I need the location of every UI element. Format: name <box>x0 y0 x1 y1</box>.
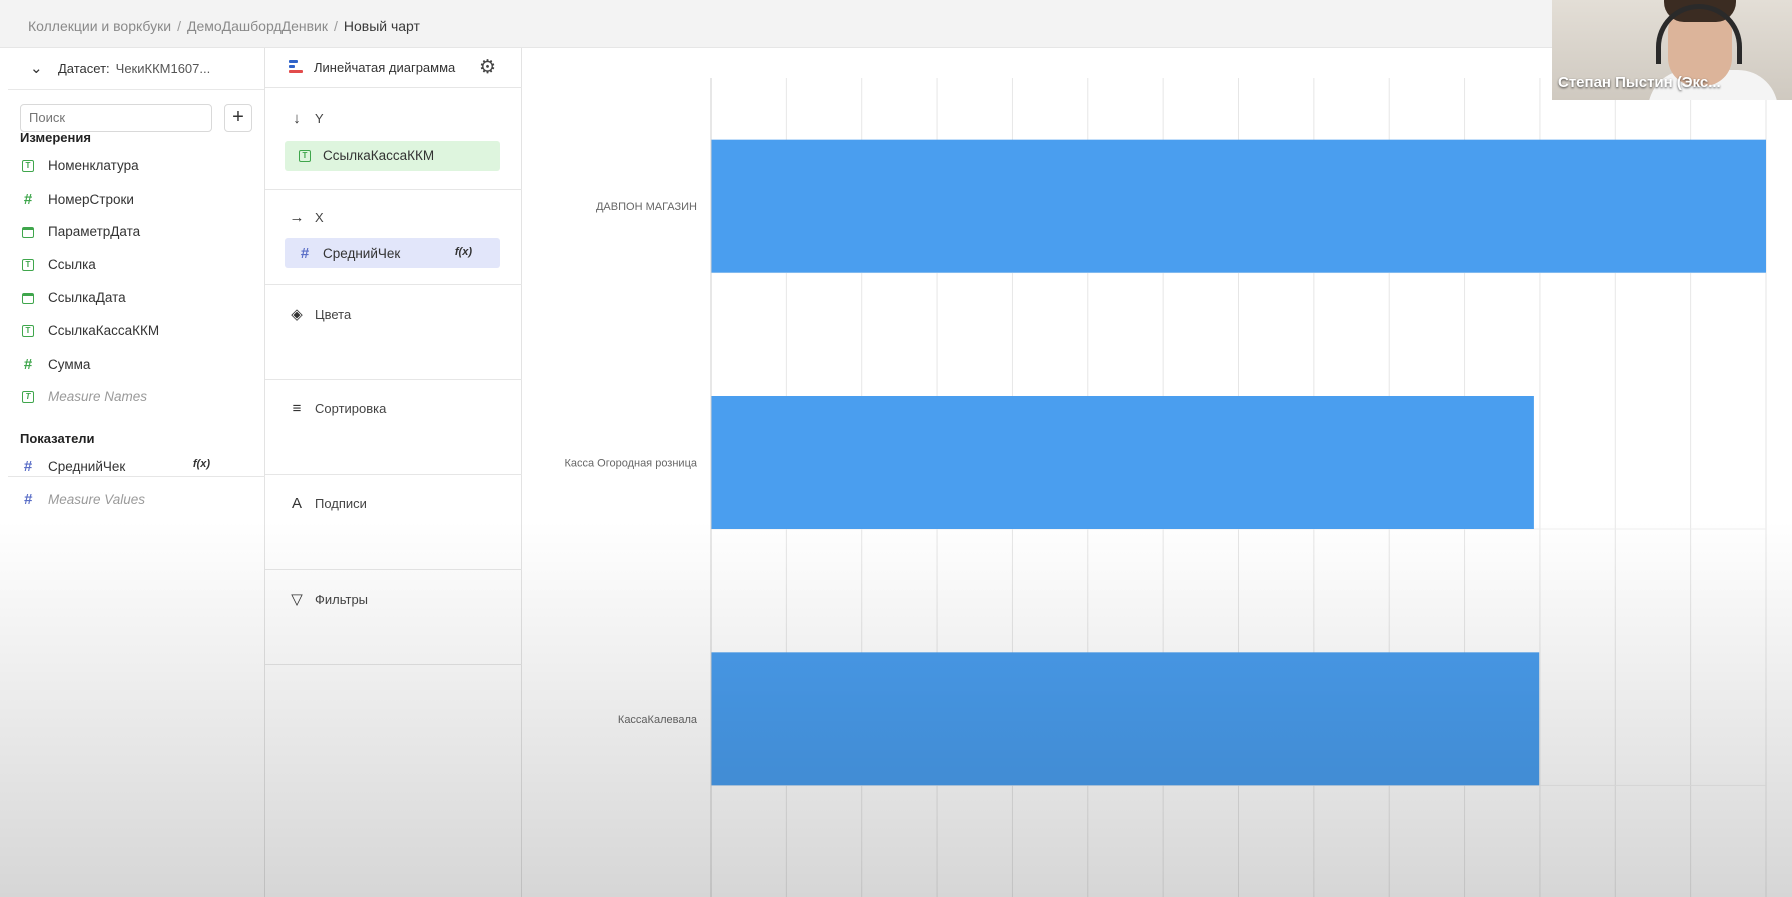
bar-chart: ДАВПОН МАГАЗИН Касса Огородная розница Кас… <box>564 78 1767 897</box>
dimensions-title: Измерения <box>20 130 91 145</box>
breadcrumb-separator: / <box>333 18 338 34</box>
text-type-icon: T <box>297 148 313 163</box>
number-type-icon: # <box>23 356 33 373</box>
section-colors-title: ◈ Цвета <box>287 305 351 323</box>
y-field-label: СсылкаКассаККМ <box>323 148 435 163</box>
number-type-icon: # <box>300 245 310 262</box>
field-item-row-number[interactable]: # НомерСтроки <box>20 191 250 211</box>
arrow-down-icon: ↓ <box>293 110 301 127</box>
visualization-panel: Линейчатая диаграмма ⚙ ↓ Y T СсылкаКассаКК… <box>265 48 522 897</box>
category-label: КассаКалевала <box>618 714 698 726</box>
add-field-button[interactable]: + <box>224 104 252 132</box>
field-item-link-date[interactable]: СсылкаДата <box>20 290 250 310</box>
number-type-icon: # <box>23 458 33 475</box>
dataset-selector[interactable]: Датасет: ЧекиККМ1607... <box>58 61 210 76</box>
field-item-link-kassa[interactable]: T СсылкаКассаККМ <box>20 323 250 343</box>
measures-title: Показатели <box>20 431 95 446</box>
dataset-name: ЧекиККМ1607... <box>115 61 211 76</box>
field-label: НомерСтроки <box>48 192 134 207</box>
field-label: СсылкаДата <box>48 290 126 305</box>
field-item-param-date[interactable]: ПараметрДата <box>20 224 250 244</box>
breadcrumb-collections-link[interactable]: Коллекции и воркбуки <box>28 18 171 34</box>
participant-name: Степан Пыстин (Экс... <box>1558 74 1721 91</box>
text-type-icon: T <box>20 389 36 404</box>
section-y: ↓ Y T СсылкаКассаККМ <box>265 88 522 190</box>
breadcrumb: Коллекции и воркбуки / ДемоДашбордДенвик / Н… <box>28 18 420 34</box>
formula-icon: f(x) <box>454 246 472 258</box>
field-label: ПараметрДата <box>48 224 141 239</box>
y-field-chip[interactable]: T СсылкаКассаККМ <box>285 141 500 171</box>
bar-chart-icon <box>289 60 303 76</box>
field-item-measure-values[interactable]: # Measure Values <box>20 491 250 511</box>
search-box[interactable] <box>20 104 212 132</box>
section-labels-title: A Подписи <box>287 495 367 512</box>
text-label-icon: A <box>291 495 302 512</box>
section-sort-title: ≡ Сортировка <box>287 400 387 417</box>
x-field-label: СреднийЧек <box>323 246 401 261</box>
section-labels[interactable]: A Подписи <box>265 475 522 570</box>
field-label: Ссылка <box>48 257 96 272</box>
field-item-average-check[interactable]: # СреднийЧек f(x) <box>20 458 250 478</box>
section-filters-title: ▽ Фильтры <box>287 590 368 608</box>
section-x-title: → X <box>287 209 324 226</box>
number-type-icon: # <box>23 491 33 508</box>
search-input[interactable] <box>29 110 203 125</box>
text-type-icon: T <box>20 158 36 173</box>
chevron-down-icon[interactable]: ⌄ <box>30 59 43 77</box>
field-label: СреднийЧек <box>48 459 126 474</box>
field-item-nomenclature[interactable]: T Номенклатура <box>20 158 250 178</box>
formula-icon: f(x) <box>192 458 210 470</box>
bar <box>711 396 1534 529</box>
bar <box>711 139 1766 273</box>
section-filters[interactable]: ▽ Фильтры <box>265 570 522 665</box>
field-item-sum[interactable]: # Сумма <box>20 356 250 376</box>
breadcrumb-separator: / <box>177 18 181 34</box>
field-label: Номенклатура <box>48 158 139 173</box>
gear-icon[interactable]: ⚙ <box>479 56 496 79</box>
date-type-icon <box>20 290 36 305</box>
field-label: Measure Names <box>48 389 148 404</box>
webcam-overlay: Степан Пыстин (Экс... <box>1552 0 1792 100</box>
section-x: → X # СреднийЧек f(x) <box>265 190 522 285</box>
field-item-measure-names[interactable]: T Measure Names <box>20 389 250 409</box>
field-label: Measure Values <box>48 492 146 507</box>
chart-type-selector[interactable]: Линейчатая диаграмма ⚙ <box>265 48 522 88</box>
field-item-link[interactable]: T Ссылка <box>20 257 250 277</box>
dataset-label: Датасет: <box>58 61 110 76</box>
text-type-icon: T <box>20 257 36 272</box>
section-colors[interactable]: ◈ Цвета <box>265 285 522 380</box>
text-type-icon: T <box>20 323 36 338</box>
paint-bucket-icon: ◈ <box>291 306 303 323</box>
date-type-icon <box>20 224 36 239</box>
top-bar: Коллекции и воркбуки / ДемоДашбордДенвик / Н… <box>0 0 1792 48</box>
filter-icon: ▽ <box>291 591 303 608</box>
field-label: Сумма <box>48 357 91 372</box>
category-label: ДАВПОН МАГАЗИН <box>596 201 697 213</box>
bar <box>711 652 1540 786</box>
breadcrumb-workbook-link[interactable]: ДемоДашбордДенвик <box>187 18 328 34</box>
arrow-right-icon: → <box>289 209 305 226</box>
category-label: Касса Огородная розница <box>564 458 697 470</box>
dataset-header[interactable]: ⌄ Датасет: ЧекиККМ1607... <box>8 48 264 90</box>
dataset-panel: ⌄ Датасет: ЧекиККМ1607... + Измерения T Но… <box>8 48 265 897</box>
chart-area: ДАВПОН МАГАЗИН Касса Огородная розница Кас… <box>522 48 1792 897</box>
chart-type-label: Линейчатая диаграмма <box>314 60 456 75</box>
breadcrumb-current: Новый чарт <box>343 18 420 34</box>
x-field-chip[interactable]: # СреднийЧек f(x) <box>285 238 500 268</box>
field-label: СсылкаКассаККМ <box>48 323 160 338</box>
number-type-icon: # <box>23 191 33 208</box>
section-y-title: ↓ Y <box>287 110 323 127</box>
section-sort[interactable]: ≡ Сортировка <box>265 380 522 475</box>
sort-icon: ≡ <box>292 400 302 417</box>
